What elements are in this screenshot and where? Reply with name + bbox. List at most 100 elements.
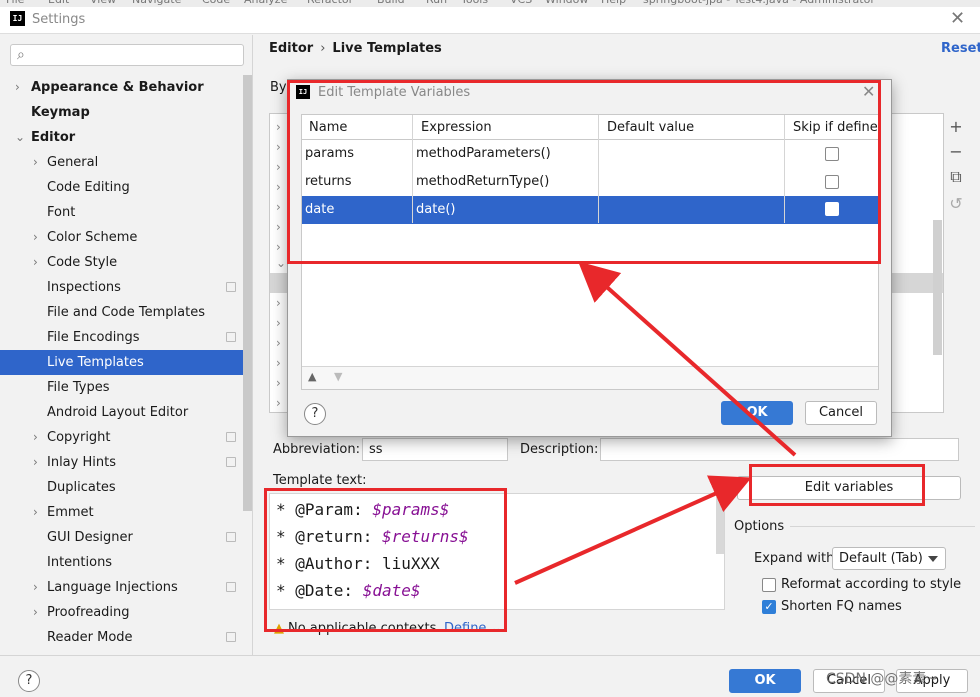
menu-item[interactable]: File: [6, 0, 24, 6]
menu-item[interactable]: Code: [202, 0, 230, 6]
chevron-right-icon[interactable]: ›: [276, 316, 281, 330]
chevron-right-icon[interactable]: ›: [15, 75, 20, 100]
sidebar-item-inlay-hints[interactable]: › Inlay Hints: [0, 450, 243, 475]
chevron-right-icon[interactable]: ›: [33, 425, 38, 450]
menu-item[interactable]: Window: [545, 0, 588, 6]
sidebar-item-label: Code Style: [47, 255, 118, 270]
chevron-right-icon[interactable]: ›: [276, 356, 281, 370]
breadcrumb-editor[interactable]: Editor: [269, 41, 313, 56]
sidebar-item-live-templates[interactable]: Live Templates: [0, 350, 243, 375]
menu-item[interactable]: springboot-jpa - Test4.java - Administra…: [643, 0, 875, 6]
sidebar-item-duplicates[interactable]: Duplicates: [0, 475, 243, 500]
chevron-right-icon[interactable]: ›: [33, 500, 38, 525]
sidebar-item-file-and-code-templates[interactable]: File and Code Templates: [0, 300, 243, 325]
sidebar-item-copyright[interactable]: › Copyright: [0, 425, 243, 450]
menu-item[interactable]: Help: [601, 0, 626, 6]
add-icon[interactable]: +: [948, 117, 964, 136]
sidebar-item-code-editing[interactable]: Code Editing: [0, 175, 243, 200]
main-menu-bar: File Edit View Navigate Code Analyze Refactor B…: [0, 0, 980, 7]
sidebar-item-inspections[interactable]: Inspections: [0, 275, 243, 300]
sidebar-item-font[interactable]: Font: [0, 200, 243, 225]
sidebar-item-label: Code Editing: [47, 180, 130, 195]
abbreviation-field[interactable]: ss: [362, 438, 508, 461]
sidebar-item-label: Font: [47, 205, 76, 220]
reset-link[interactable]: Reset: [941, 41, 980, 56]
reformat-checkbox[interactable]: [762, 578, 776, 592]
search-input[interactable]: [10, 44, 244, 66]
copy-icon[interactable]: ⧉: [948, 167, 964, 187]
menu-item[interactable]: Refactor: [307, 0, 353, 6]
sidebar-item-file-types[interactable]: File Types: [0, 375, 243, 400]
project-settings-icon: [226, 282, 236, 292]
sidebar-item-gui-designer[interactable]: GUI Designer: [0, 525, 243, 550]
chevron-right-icon[interactable]: ›: [33, 250, 38, 275]
chevron-right-icon[interactable]: ›: [276, 120, 281, 134]
chevron-right-icon[interactable]: ›: [276, 180, 281, 194]
shorten-fq-checkbox[interactable]: ✓: [762, 600, 776, 614]
chevron-right-icon[interactable]: ›: [276, 160, 281, 174]
menu-item[interactable]: View: [90, 0, 116, 6]
sidebar-item-keymap[interactable]: Keymap: [0, 100, 243, 125]
intellij-logo-icon: IJ: [10, 11, 25, 26]
sidebar-item-intentions[interactable]: Intentions: [0, 550, 243, 575]
dialog-ok-button[interactable]: OK: [721, 401, 793, 425]
chevron-right-icon[interactable]: ›: [276, 296, 281, 310]
sidebar-item-label: Duplicates: [47, 480, 116, 495]
chevron-right-icon[interactable]: ›: [276, 396, 281, 410]
ok-button[interactable]: OK: [729, 669, 801, 693]
options-title: Options: [734, 519, 785, 534]
description-label: Description:: [520, 442, 599, 457]
sidebar-item-label: Language Injections: [47, 580, 178, 595]
sidebar-item-code-style[interactable]: › Code Style: [0, 250, 243, 275]
chevron-right-icon[interactable]: ›: [33, 600, 38, 625]
menu-item[interactable]: Navigate: [132, 0, 181, 6]
chevron-down-icon[interactable]: ⌄: [15, 125, 25, 150]
sidebar-item-label: File Types: [47, 380, 110, 395]
sidebar-item-file-encodings[interactable]: File Encodings: [0, 325, 243, 350]
sidebar-scrollbar[interactable]: [243, 75, 252, 511]
sidebar-item-color-scheme[interactable]: › Color Scheme: [0, 225, 243, 250]
by-label: By: [270, 80, 287, 95]
move-down-icon[interactable]: ▼: [334, 370, 342, 383]
menu-item[interactable]: Run: [426, 0, 447, 6]
restore-icon[interactable]: ↺: [948, 194, 964, 213]
move-up-icon[interactable]: ▲: [308, 370, 316, 383]
reformat-label[interactable]: Reformat according to style: [781, 577, 961, 592]
editor-scrollbar[interactable]: [716, 497, 724, 554]
help-icon[interactable]: ?: [18, 670, 40, 692]
chevron-right-icon[interactable]: ›: [276, 140, 281, 154]
help-icon[interactable]: ?: [304, 403, 326, 425]
shorten-fq-label[interactable]: Shorten FQ names: [781, 599, 902, 614]
sidebar-item-android-layout-editor[interactable]: Android Layout Editor: [0, 400, 243, 425]
chevron-down-icon[interactable]: ⌄: [276, 256, 286, 270]
sidebar-item-proofreading[interactable]: › Proofreading: [0, 600, 243, 625]
chevron-right-icon[interactable]: ›: [33, 575, 38, 600]
chevron-right-icon[interactable]: ›: [276, 220, 281, 234]
chevron-right-icon[interactable]: ›: [33, 225, 38, 250]
menu-item[interactable]: Analyze: [244, 0, 287, 6]
dialog-cancel-button[interactable]: Cancel: [805, 401, 877, 425]
remove-icon[interactable]: −: [948, 142, 964, 161]
close-icon[interactable]: ✕: [950, 8, 965, 29]
menu-item[interactable]: Edit: [48, 0, 69, 6]
menu-item[interactable]: Tools: [461, 0, 488, 6]
sidebar-item-editor[interactable]: ⌄ Editor: [0, 125, 243, 150]
sidebar-item-appearance-behavior[interactable]: › Appearance & Behavior: [0, 75, 243, 100]
description-field[interactable]: [600, 438, 959, 461]
sidebar-item-label: Intentions: [47, 555, 113, 570]
menu-item[interactable]: Build: [377, 0, 405, 6]
sidebar-item-emmet[interactable]: › Emmet: [0, 500, 243, 525]
sidebar-item-general[interactable]: › General: [0, 150, 243, 175]
chevron-right-icon[interactable]: ›: [276, 336, 281, 350]
sidebar-item-language-injections[interactable]: › Language Injections: [0, 575, 243, 600]
chevron-right-icon[interactable]: ›: [276, 376, 281, 390]
chevron-right-icon[interactable]: ›: [276, 200, 281, 214]
expand-with-select[interactable]: Default (Tab): [832, 547, 946, 570]
chevron-right-icon[interactable]: ›: [33, 150, 38, 175]
annotation-box-variables: [287, 80, 881, 264]
templates-list-scrollbar[interactable]: [933, 220, 942, 355]
chevron-right-icon[interactable]: ›: [33, 450, 38, 475]
sidebar-item-reader-mode[interactable]: Reader Mode: [0, 625, 243, 650]
chevron-right-icon[interactable]: ›: [276, 240, 281, 254]
menu-item[interactable]: VCS: [510, 0, 532, 6]
